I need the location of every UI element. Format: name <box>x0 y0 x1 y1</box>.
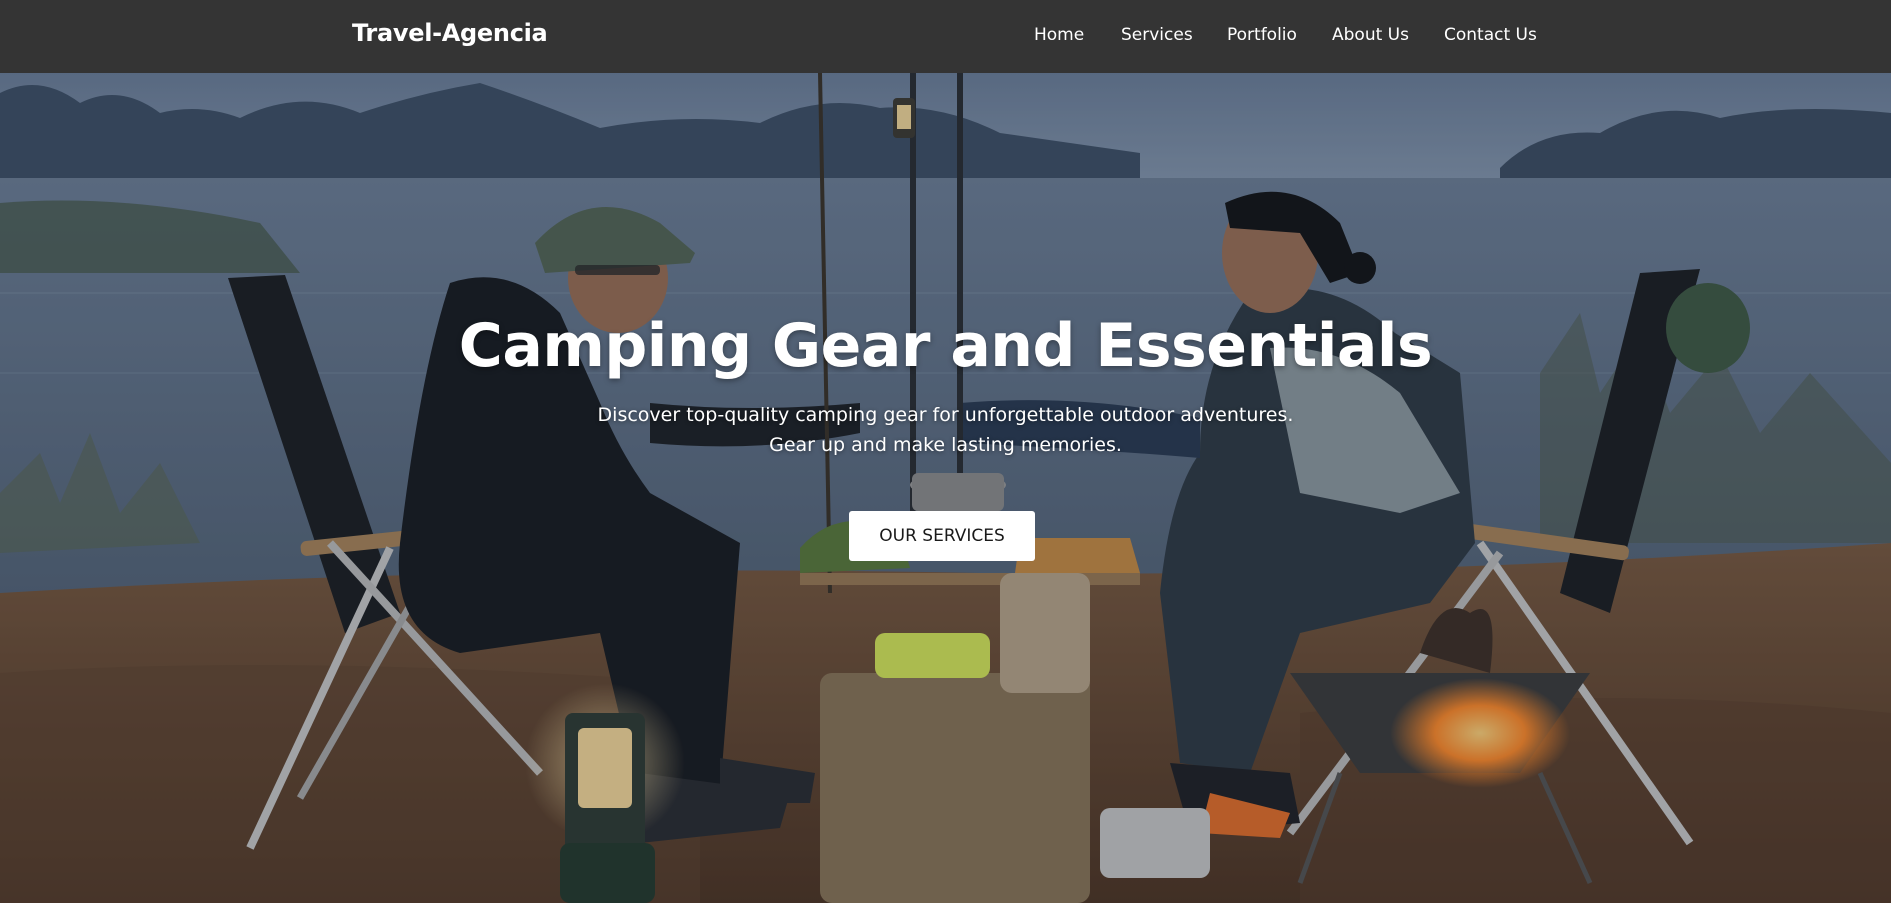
hero-description-line1: Discover top-quality camping gear for un… <box>597 404 1294 426</box>
navbar: Travel-Agencia Home Services Portfolio A… <box>0 0 1891 73</box>
hero-description-line2: Gear up and make lasting memories. <box>769 434 1122 456</box>
nav-link-services[interactable]: Services <box>1121 25 1193 45</box>
hero-title: Camping Gear and Essentials <box>458 311 1433 381</box>
nav-link-portfolio[interactable]: Portfolio <box>1227 25 1297 45</box>
nav-link-home[interactable]: Home <box>1034 25 1084 45</box>
nav-menu: Home Services Portfolio About Us Contact… <box>0 25 1891 49</box>
nav-link-contact-us[interactable]: Contact Us <box>1444 25 1537 45</box>
nav-link-about-us[interactable]: About Us <box>1332 25 1409 45</box>
our-services-button[interactable]: OUR SERVICES <box>849 511 1035 561</box>
hero-overlay <box>0 73 1891 903</box>
hero-section: Camping Gear and Essentials Discover top… <box>0 73 1891 903</box>
